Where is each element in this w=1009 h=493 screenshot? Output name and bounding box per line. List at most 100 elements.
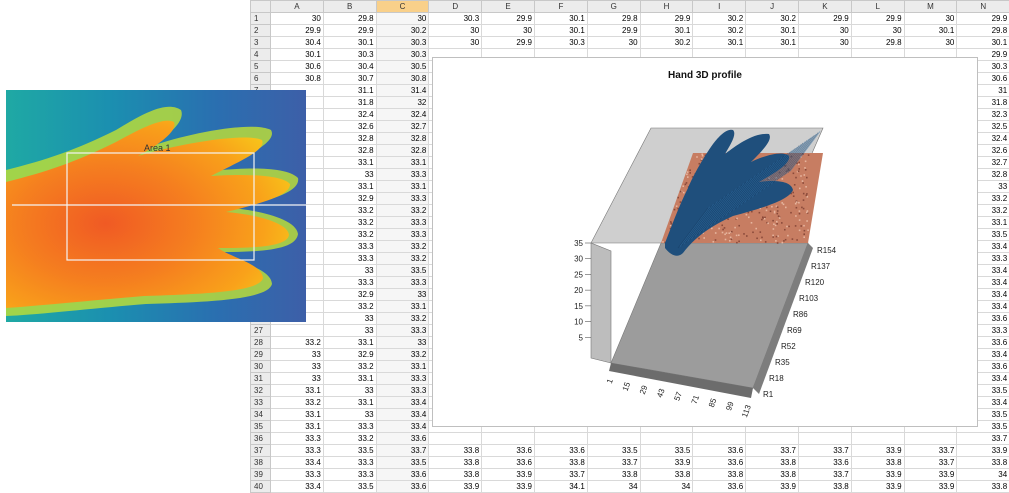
sheet-cell[interactable]: 33.3	[323, 277, 376, 289]
sheet-cell[interactable]: 32.4	[376, 109, 429, 121]
sheet-corner[interactable]	[251, 1, 271, 13]
sheet-cell[interactable]: 33.2	[376, 241, 429, 253]
sheet-cell[interactable]: 30.2	[693, 13, 746, 25]
sheet-cell[interactable]: 33.1	[376, 301, 429, 313]
sheet-cell[interactable]: 34	[640, 481, 693, 493]
sheet-cell[interactable]: 32.9	[323, 349, 376, 361]
sheet-cell[interactable]: 33.2	[323, 361, 376, 373]
row-header[interactable]: 28	[251, 337, 271, 349]
sheet-cell[interactable]: 30.1	[904, 25, 957, 37]
sheet-cell[interactable]: 30	[376, 13, 429, 25]
sheet-cell[interactable]: 33	[323, 385, 376, 397]
sheet-cell[interactable]: 33.5	[323, 445, 376, 457]
sheet-cell[interactable]: 30.2	[693, 25, 746, 37]
sheet-cell[interactable]: 33.7	[534, 469, 587, 481]
sheet-cell[interactable]: 30.1	[534, 13, 587, 25]
sheet-cell[interactable]: 29.8	[587, 13, 640, 25]
column-header[interactable]: J	[746, 1, 799, 13]
row-header[interactable]: 39	[251, 469, 271, 481]
sheet-cell[interactable]: 33.7	[798, 445, 851, 457]
sheet-cell[interactable]: 33	[323, 265, 376, 277]
sheet-cell[interactable]: 32.8	[323, 133, 376, 145]
sheet-cell[interactable]: 34	[957, 469, 1009, 481]
sheet-cell[interactable]: 30	[904, 13, 957, 25]
sheet-cell[interactable]: 33	[376, 289, 429, 301]
sheet-cell[interactable]: 33.9	[904, 469, 957, 481]
sheet-cell[interactable]: 33.6	[693, 457, 746, 469]
sheet-cell[interactable]: 33.5	[323, 481, 376, 493]
column-header[interactable]: E	[482, 1, 535, 13]
sheet-cell[interactable]: 32.8	[323, 145, 376, 157]
sheet-cell[interactable]: 33.2	[323, 205, 376, 217]
sheet-cell[interactable]: 33.6	[693, 445, 746, 457]
sheet-cell[interactable]: 30.8	[376, 73, 429, 85]
sheet-cell[interactable]: 33.3	[376, 277, 429, 289]
sheet-cell[interactable]: 33.8	[957, 481, 1009, 493]
sheet-cell[interactable]: 31.1	[323, 85, 376, 97]
sheet-cell[interactable]: 33.3	[376, 373, 429, 385]
sheet-cell[interactable]: 33.4	[376, 397, 429, 409]
sheet-cell[interactable]: 33.1	[323, 157, 376, 169]
sheet-cell[interactable]: 32.9	[323, 289, 376, 301]
sheet-cell[interactable]: 33.2	[323, 433, 376, 445]
sheet-cell[interactable]: 33.1	[376, 181, 429, 193]
row-header[interactable]: 27	[251, 325, 271, 337]
sheet-cell[interactable]: 30.1	[693, 37, 746, 49]
sheet-cell[interactable]: 33	[376, 337, 429, 349]
column-header[interactable]: N	[957, 1, 1009, 13]
sheet-cell[interactable]: 33.3	[376, 169, 429, 181]
sheet-cell[interactable]: 33.1	[323, 373, 376, 385]
sheet-cell[interactable]: 33	[323, 325, 376, 337]
sheet-cell[interactable]: 30.3	[376, 37, 429, 49]
chart-panel[interactable]: Hand 3D profile 5101520253035 R1R18R35R5…	[432, 57, 978, 427]
sheet-cell[interactable]: 33.6	[482, 445, 535, 457]
sheet-cell[interactable]: 33.6	[376, 481, 429, 493]
sheet-cell[interactable]: 30.1	[323, 37, 376, 49]
sheet-cell[interactable]: 33.1	[323, 397, 376, 409]
sheet-cell[interactable]: 32	[376, 97, 429, 109]
sheet-cell[interactable]: 33.7	[746, 445, 799, 457]
sheet-cell[interactable]: 32.8	[376, 145, 429, 157]
sheet-cell[interactable]: 33.5	[587, 445, 640, 457]
sheet-cell[interactable]: 33.2	[376, 253, 429, 265]
sheet-cell[interactable]: 33.6	[693, 481, 746, 493]
sheet-cell[interactable]: 30.1	[271, 49, 324, 61]
column-header[interactable]: K	[798, 1, 851, 13]
sheet-cell[interactable]: 33.2	[376, 205, 429, 217]
sheet-cell[interactable]: 33	[323, 169, 376, 181]
sheet-cell[interactable]: 33	[271, 373, 324, 385]
row-header[interactable]: 35	[251, 421, 271, 433]
column-header[interactable]: F	[534, 1, 587, 13]
sheet-cell[interactable]: 33.3	[323, 469, 376, 481]
sheet-cell[interactable]: 33.2	[323, 229, 376, 241]
sheet-cell[interactable]: 29.9	[587, 25, 640, 37]
sheet-cell[interactable]: 33.8	[429, 445, 482, 457]
sheet-cell[interactable]: 30.6	[271, 61, 324, 73]
sheet-cell[interactable]: 30.5	[376, 61, 429, 73]
sheet-cell[interactable]: 30	[904, 37, 957, 49]
sheet-cell[interactable]: 33.9	[482, 469, 535, 481]
sheet-cell[interactable]: 30.8	[271, 73, 324, 85]
sheet-cell[interactable]: 33.3	[323, 457, 376, 469]
sheet-cell[interactable]: 33	[323, 313, 376, 325]
sheet-cell[interactable]: 33.1	[271, 409, 324, 421]
column-header[interactable]: M	[904, 1, 957, 13]
sheet-cell[interactable]: 33.8	[429, 469, 482, 481]
sheet-cell[interactable]: 29.8	[957, 25, 1009, 37]
sheet-cell[interactable]: 33.3	[376, 217, 429, 229]
row-header[interactable]: 5	[251, 61, 271, 73]
sheet-cell[interactable]: 33.8	[640, 469, 693, 481]
sheet-cell[interactable]: 33.1	[376, 157, 429, 169]
sheet-cell[interactable]: 33.2	[271, 337, 324, 349]
row-header[interactable]: 34	[251, 409, 271, 421]
sheet-cell[interactable]: 33.8	[746, 469, 799, 481]
sheet-cell[interactable]: 30	[587, 37, 640, 49]
sheet-cell[interactable]: 33.7	[376, 445, 429, 457]
sheet-cell[interactable]: 30.3	[534, 37, 587, 49]
sheet-cell[interactable]: 33.4	[376, 409, 429, 421]
sheet-cell[interactable]: 33.5	[640, 445, 693, 457]
sheet-cell[interactable]: 33.9	[851, 445, 904, 457]
sheet-cell[interactable]: 29.9	[640, 13, 693, 25]
sheet-cell[interactable]: 33.1	[271, 421, 324, 433]
row-header[interactable]: 38	[251, 457, 271, 469]
